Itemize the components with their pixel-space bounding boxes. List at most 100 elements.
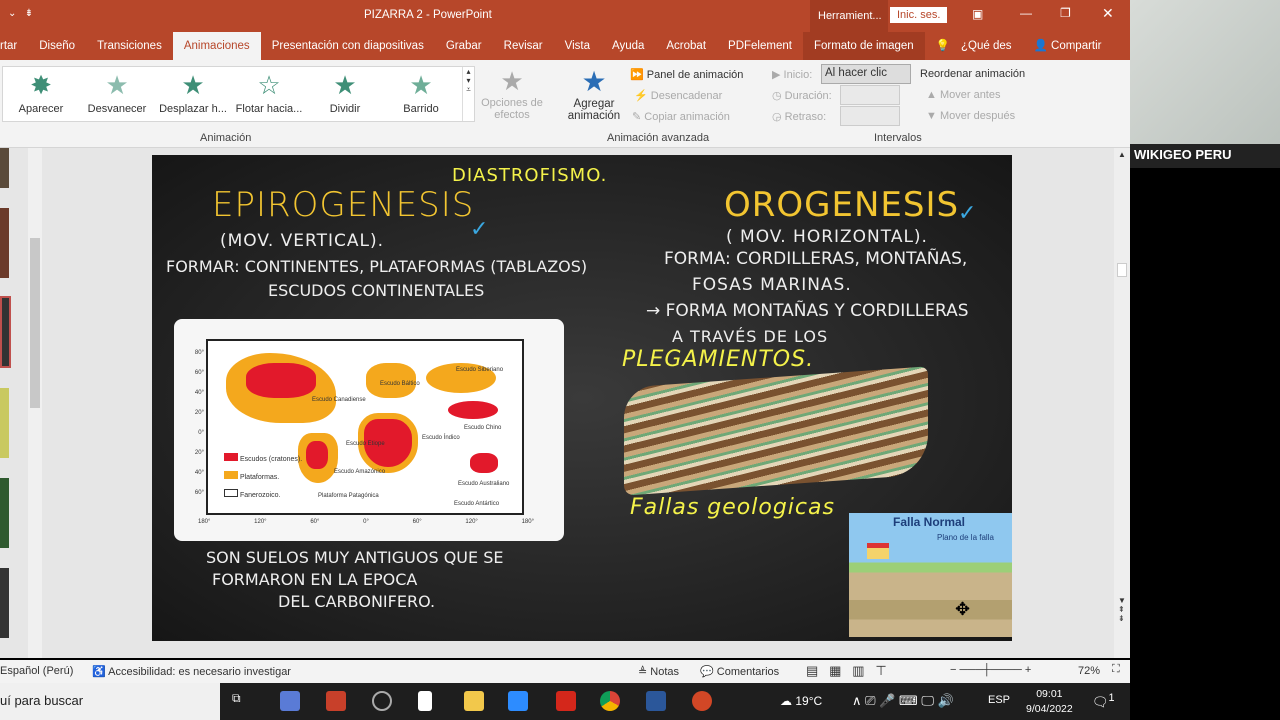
epirogenesis-title: EPIROGENESIS xyxy=(212,185,475,225)
qat-dropdown-icon[interactable]: ⌄ ⇟ xyxy=(8,8,33,19)
animation-painter-button[interactable]: ✎ Copiar animación xyxy=(632,110,730,123)
falla-normal-image[interactable]: Falla Normal Plano de la falla ✥ xyxy=(849,513,1012,637)
file-explorer-icon[interactable] xyxy=(464,691,484,711)
start-select[interactable]: Al hacer clic xyxy=(821,64,911,84)
powerpoint-icon[interactable] xyxy=(692,691,712,711)
suelos-note: SON SUELOS MUY ANTIGUOS QUE SE FORMARON E… xyxy=(206,548,504,611)
delay-input[interactable] xyxy=(840,106,900,126)
effect-flotar[interactable]: ☆ Flotar hacia... xyxy=(231,67,307,115)
map-label: Escudo Australiano xyxy=(458,481,510,487)
editor-scrollbar[interactable]: ▲ ▼ ⇞ ⇟ xyxy=(1114,148,1130,658)
move-earlier-button[interactable]: ▲ Mover antes xyxy=(926,89,1000,101)
orogenesis-traves: A TRAVÉS DE LOS xyxy=(672,327,829,346)
chrome-icon[interactable] xyxy=(600,691,620,711)
accessibility-status[interactable]: ♿ Accesibilidad: es necesario investigar xyxy=(92,665,291,678)
weather-widget[interactable]: ☁ 19°C xyxy=(780,694,822,708)
group-advanced: Animación avanzada xyxy=(607,132,710,144)
slide-thumbnails xyxy=(0,148,44,658)
tray-icons[interactable]: ∧ ⎚ 🎤 ⌨ 🖵 🔊 xyxy=(852,693,954,709)
picture-tools-label: Herramient... xyxy=(810,0,888,32)
move-cursor-icon: ✥ xyxy=(955,599,971,619)
zoom-level[interactable]: 72% xyxy=(1078,665,1100,677)
thumbnail-scrollbar[interactable] xyxy=(28,148,42,658)
tab-ayuda[interactable]: Ayuda xyxy=(601,32,655,60)
status-bar: Español (Perú) ♿ Accesibilidad: es neces… xyxy=(0,660,1130,683)
reorder-label: Reordenar animación xyxy=(920,68,1026,80)
slide-canvas[interactable]: DIASTROFISMO. EPIROGENESIS (MOV. VERTICA… xyxy=(152,155,1012,641)
checkmark-icon: ✓ xyxy=(470,217,490,242)
epirogenesis-escudos: ESCUDOS CONTINENTALES xyxy=(268,281,485,300)
trigger-button[interactable]: ⚡ Desencadenar xyxy=(634,89,722,102)
tab-insertar[interactable]: rtar xyxy=(0,32,28,60)
zoom-icon[interactable] xyxy=(508,691,528,711)
tab-presentacion[interactable]: Presentación con diapositivas xyxy=(261,32,435,60)
taskbar-search[interactable]: uí para buscar xyxy=(0,683,220,720)
effect-dividir[interactable]: ★ Dividir xyxy=(307,67,383,115)
file-icon[interactable] xyxy=(418,691,432,711)
checkmark-icon: ✓ xyxy=(958,201,978,226)
animation-pane-button[interactable]: ⏩ Panel de animación xyxy=(630,68,743,81)
close-button[interactable]: ✕ xyxy=(1102,5,1114,22)
slide-thumbnail[interactable] xyxy=(0,388,9,458)
tell-me-input[interactable]: ¿Qué des xyxy=(961,32,1023,60)
gallery-scroll[interactable]: ▴ ▾ ⩡ xyxy=(462,67,474,121)
south-america-region xyxy=(298,433,338,483)
effect-options-button[interactable]: ★ Opciones de efectos xyxy=(478,66,546,121)
sign-in-button[interactable]: Inic. ses. xyxy=(890,7,948,23)
zoom-slider[interactable]: − ───┼──── + xyxy=(950,664,1031,676)
ribbon-tabs: rtar Diseño Transiciones Animaciones Pre… xyxy=(0,32,1130,60)
input-language[interactable]: ESP xyxy=(988,694,1010,706)
comments-button[interactable]: 💬 Comentarios xyxy=(700,665,779,678)
tab-vista[interactable]: Vista xyxy=(554,32,601,60)
ribbon-display-icon[interactable]: ▣ xyxy=(972,7,983,21)
tab-acrobat[interactable]: Acrobat xyxy=(655,32,717,60)
tab-transiciones[interactable]: Transiciones xyxy=(86,32,173,60)
falla-plano-label: Plano de la falla xyxy=(937,533,994,542)
language-status[interactable]: Español (Perú) xyxy=(0,665,73,677)
star-icon: ★ xyxy=(181,70,205,100)
effect-aparecer[interactable]: ✸ Aparecer xyxy=(3,67,79,115)
effect-desvanecer[interactable]: ★ Desvanecer xyxy=(79,67,155,115)
lightbulb-icon[interactable]: 💡 xyxy=(925,32,961,60)
tab-animaciones[interactable]: Animaciones xyxy=(172,32,261,60)
view-buttons[interactable]: ▤ ▦ ▥ ⊤ xyxy=(806,663,887,679)
add-animation-button[interactable]: ★ Agregar animación xyxy=(555,66,633,122)
move-later-button[interactable]: ▼ Mover después xyxy=(926,110,1015,122)
orogenesis-subtitle: ( MOV. HORIZONTAL). xyxy=(726,227,928,247)
clock[interactable]: 09:01 9/04/2022 xyxy=(1026,687,1073,717)
tab-revisar[interactable]: Revisar xyxy=(493,32,554,60)
star-icon: ☆ xyxy=(257,70,281,100)
folds-image[interactable] xyxy=(624,366,928,496)
duration-input[interactable] xyxy=(840,85,900,105)
slide-thumbnail[interactable] xyxy=(0,148,9,188)
tab-grabar[interactable]: Grabar xyxy=(435,32,493,60)
tab-pdfelement[interactable]: PDFelement xyxy=(717,32,803,60)
slide-thumbnail[interactable] xyxy=(0,208,9,278)
world-shields-map[interactable]: Escudos (cratones). Plataformas. Faneroz… xyxy=(174,319,564,541)
effect-desplazar[interactable]: ★ Desplazar h... xyxy=(155,67,231,115)
app-icon[interactable] xyxy=(326,691,346,711)
slide-thumbnail-selected[interactable] xyxy=(0,296,11,368)
orogenesis-forma: FORMA: CORDILLERAS, MONTAÑAS, xyxy=(664,249,968,269)
window-title: PIZARRA 2 - PowerPoint xyxy=(364,9,492,21)
slide-thumbnail[interactable] xyxy=(0,478,9,548)
title-bar: ⌄ ⇟ PIZARRA 2 - PowerPoint Herramient...… xyxy=(0,0,1130,32)
task-view-icon[interactable]: ⧉ xyxy=(232,691,252,711)
longitude-labels: 180° 120° 60° 0° 60° 120° 180° xyxy=(198,519,534,525)
fit-slide-icon[interactable]: ⛶ xyxy=(1112,663,1120,676)
effect-barrido[interactable]: ★ Barrido xyxy=(383,67,459,115)
notes-button[interactable]: ≜ Notas xyxy=(638,665,679,678)
diastrofismo-title: DIASTROFISMO. xyxy=(452,165,608,186)
acrobat-icon[interactable] xyxy=(556,691,576,711)
slide-thumbnail[interactable] xyxy=(0,568,9,638)
share-button[interactable]: 👤 Compartir xyxy=(1023,32,1113,60)
minimize-button[interactable]: — xyxy=(1020,6,1032,20)
word-icon[interactable] xyxy=(646,691,666,711)
obs-icon[interactable] xyxy=(372,691,392,711)
tab-diseno[interactable]: Diseño xyxy=(28,32,86,60)
calculator-icon[interactable] xyxy=(280,691,300,711)
restore-button[interactable]: ❐ xyxy=(1060,6,1071,20)
map-legend: Escudos (cratones). Plataformas. Faneroz… xyxy=(224,451,302,505)
notification-button[interactable]: 🗨1 xyxy=(1092,692,1115,710)
tab-formato-imagen[interactable]: Formato de imagen xyxy=(802,32,925,60)
